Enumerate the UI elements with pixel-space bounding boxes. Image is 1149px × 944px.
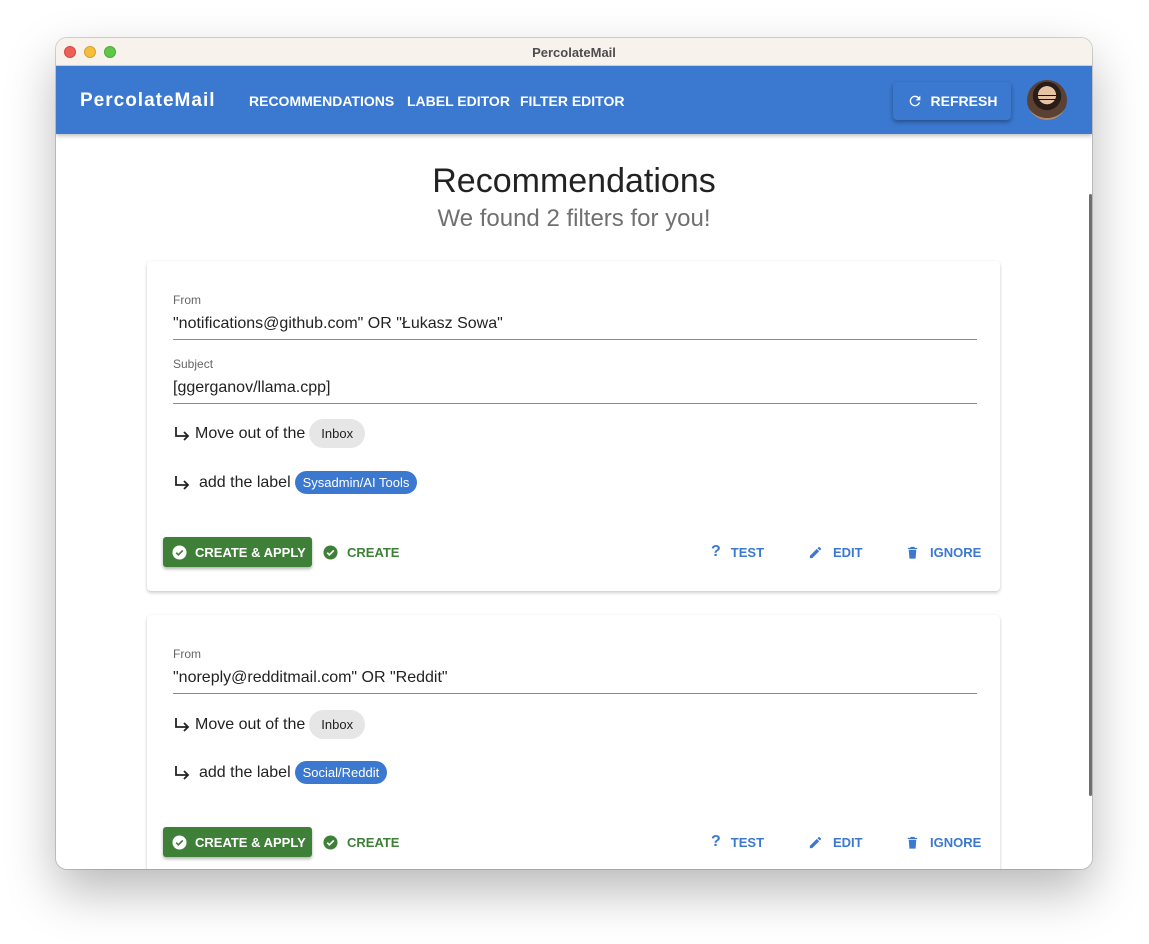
user-avatar[interactable] [1027,80,1067,120]
create-and-apply-label: CREATE & APPLY [195,834,306,850]
check-circle-icon [323,544,338,560]
check-circle-icon [172,834,187,850]
avatar-glasses-detail [1038,95,1056,100]
test-label: TEST [730,834,765,850]
from-field[interactable]: From "notifications@github.com" OR "Łuka… [173,293,977,340]
turn-right-arrow-icon [175,475,190,490]
subject-value[interactable]: [ggerganov/llama.cpp] [173,379,977,403]
window-title: PercolateMail [532,45,616,60]
move-out-action: Move out of the Inbox [173,710,366,739]
from-field[interactable]: From "noreply@redditmail.com" OR "Reddit… [173,647,977,694]
question-mark-icon: ? [711,833,721,850]
label-chip: Social/Reddit [294,761,388,784]
question-mark-icon: ? [711,543,721,560]
pencil-icon [809,836,822,848]
add-label-text: add the label [199,473,291,491]
check-circle-icon [323,834,338,850]
create-and-apply-button[interactable]: CREATE & APPLY [163,537,312,567]
from-value[interactable]: "notifications@github.com" OR "Łukasz So… [173,315,977,339]
scrollbar[interactable] [1089,194,1092,796]
create-label: CREATE [347,544,400,560]
add-label-action: add the label Social/Reddit [173,761,388,784]
title-bar: PercolateMail [56,38,1092,66]
app-bar: PercolateMail RECOMMENDATIONS LABEL EDIT… [56,66,1092,134]
ignore-button[interactable]: IGNORE [905,537,981,567]
ignore-label: IGNORE [930,834,982,850]
from-label: From [173,293,201,307]
test-label: TEST [730,544,765,560]
add-label-text: add the label [199,763,291,781]
turn-right-arrow-icon [175,765,190,780]
refresh-button[interactable]: REFRESH [893,82,1011,120]
ignore-button[interactable]: IGNORE [905,827,981,857]
trash-icon [907,546,918,559]
nav-recommendations[interactable]: RECOMMENDATIONS [249,93,394,109]
subject-field[interactable]: Subject [ggerganov/llama.cpp] [173,357,977,404]
create-label: CREATE [347,834,400,850]
trash-icon [907,836,918,849]
filter-card: From "notifications@github.com" OR "Łuka… [147,261,1000,591]
create-and-apply-button[interactable]: CREATE & APPLY [163,827,312,857]
create-button[interactable]: CREATE [323,537,399,567]
page-subtitle: We found 2 filters for you! [437,205,711,232]
inbox-chip: Inbox [309,419,366,448]
label-chip: Sysadmin/AI Tools [294,471,418,494]
test-button[interactable]: ? TEST [711,537,764,567]
edit-label: EDIT [833,544,863,560]
from-label: From [173,647,201,661]
refresh-label: REFRESH [930,93,998,109]
create-button[interactable]: CREATE [323,827,399,857]
test-button[interactable]: ? TEST [711,827,764,857]
add-label-action: add the label Sysadmin/AI Tools [173,471,418,494]
move-out-text: Move out of the [195,715,306,733]
check-circle-icon [172,544,187,560]
brand-logo-text: PercolateMail [80,90,216,111]
move-out-action: Move out of the Inbox [173,419,366,448]
filter-card: From "noreply@redditmail.com" OR "Reddit… [147,615,1000,869]
create-and-apply-label: CREATE & APPLY [195,544,306,560]
card-actions: CREATE & APPLY CREATE ? TEST EDIT IGNORE [163,827,981,857]
pencil-icon [809,546,822,558]
refresh-icon [909,95,920,107]
main-content: Recommendations We found 2 filters for y… [56,134,1092,869]
move-out-text: Move out of the [195,424,306,442]
card-actions: CREATE & APPLY CREATE ? TEST EDIT IGNORE [163,537,981,567]
subject-label: Subject [173,357,214,371]
app-window: PercolateMail PercolateMail RECOMMENDATI… [56,38,1092,869]
edit-button[interactable]: EDIT [808,827,863,857]
turn-right-arrow-icon [175,426,190,441]
nav-filter-editor[interactable]: FILTER EDITOR [520,93,624,109]
from-value[interactable]: "noreply@redditmail.com" OR "Reddit" [173,669,977,693]
inbox-chip: Inbox [309,710,366,739]
turn-right-arrow-icon [175,717,190,732]
nav-label-editor[interactable]: LABEL EDITOR [407,93,510,109]
page-title: Recommendations [432,162,716,200]
ignore-label: IGNORE [930,544,982,560]
edit-label: EDIT [833,834,863,850]
edit-button[interactable]: EDIT [808,537,863,567]
